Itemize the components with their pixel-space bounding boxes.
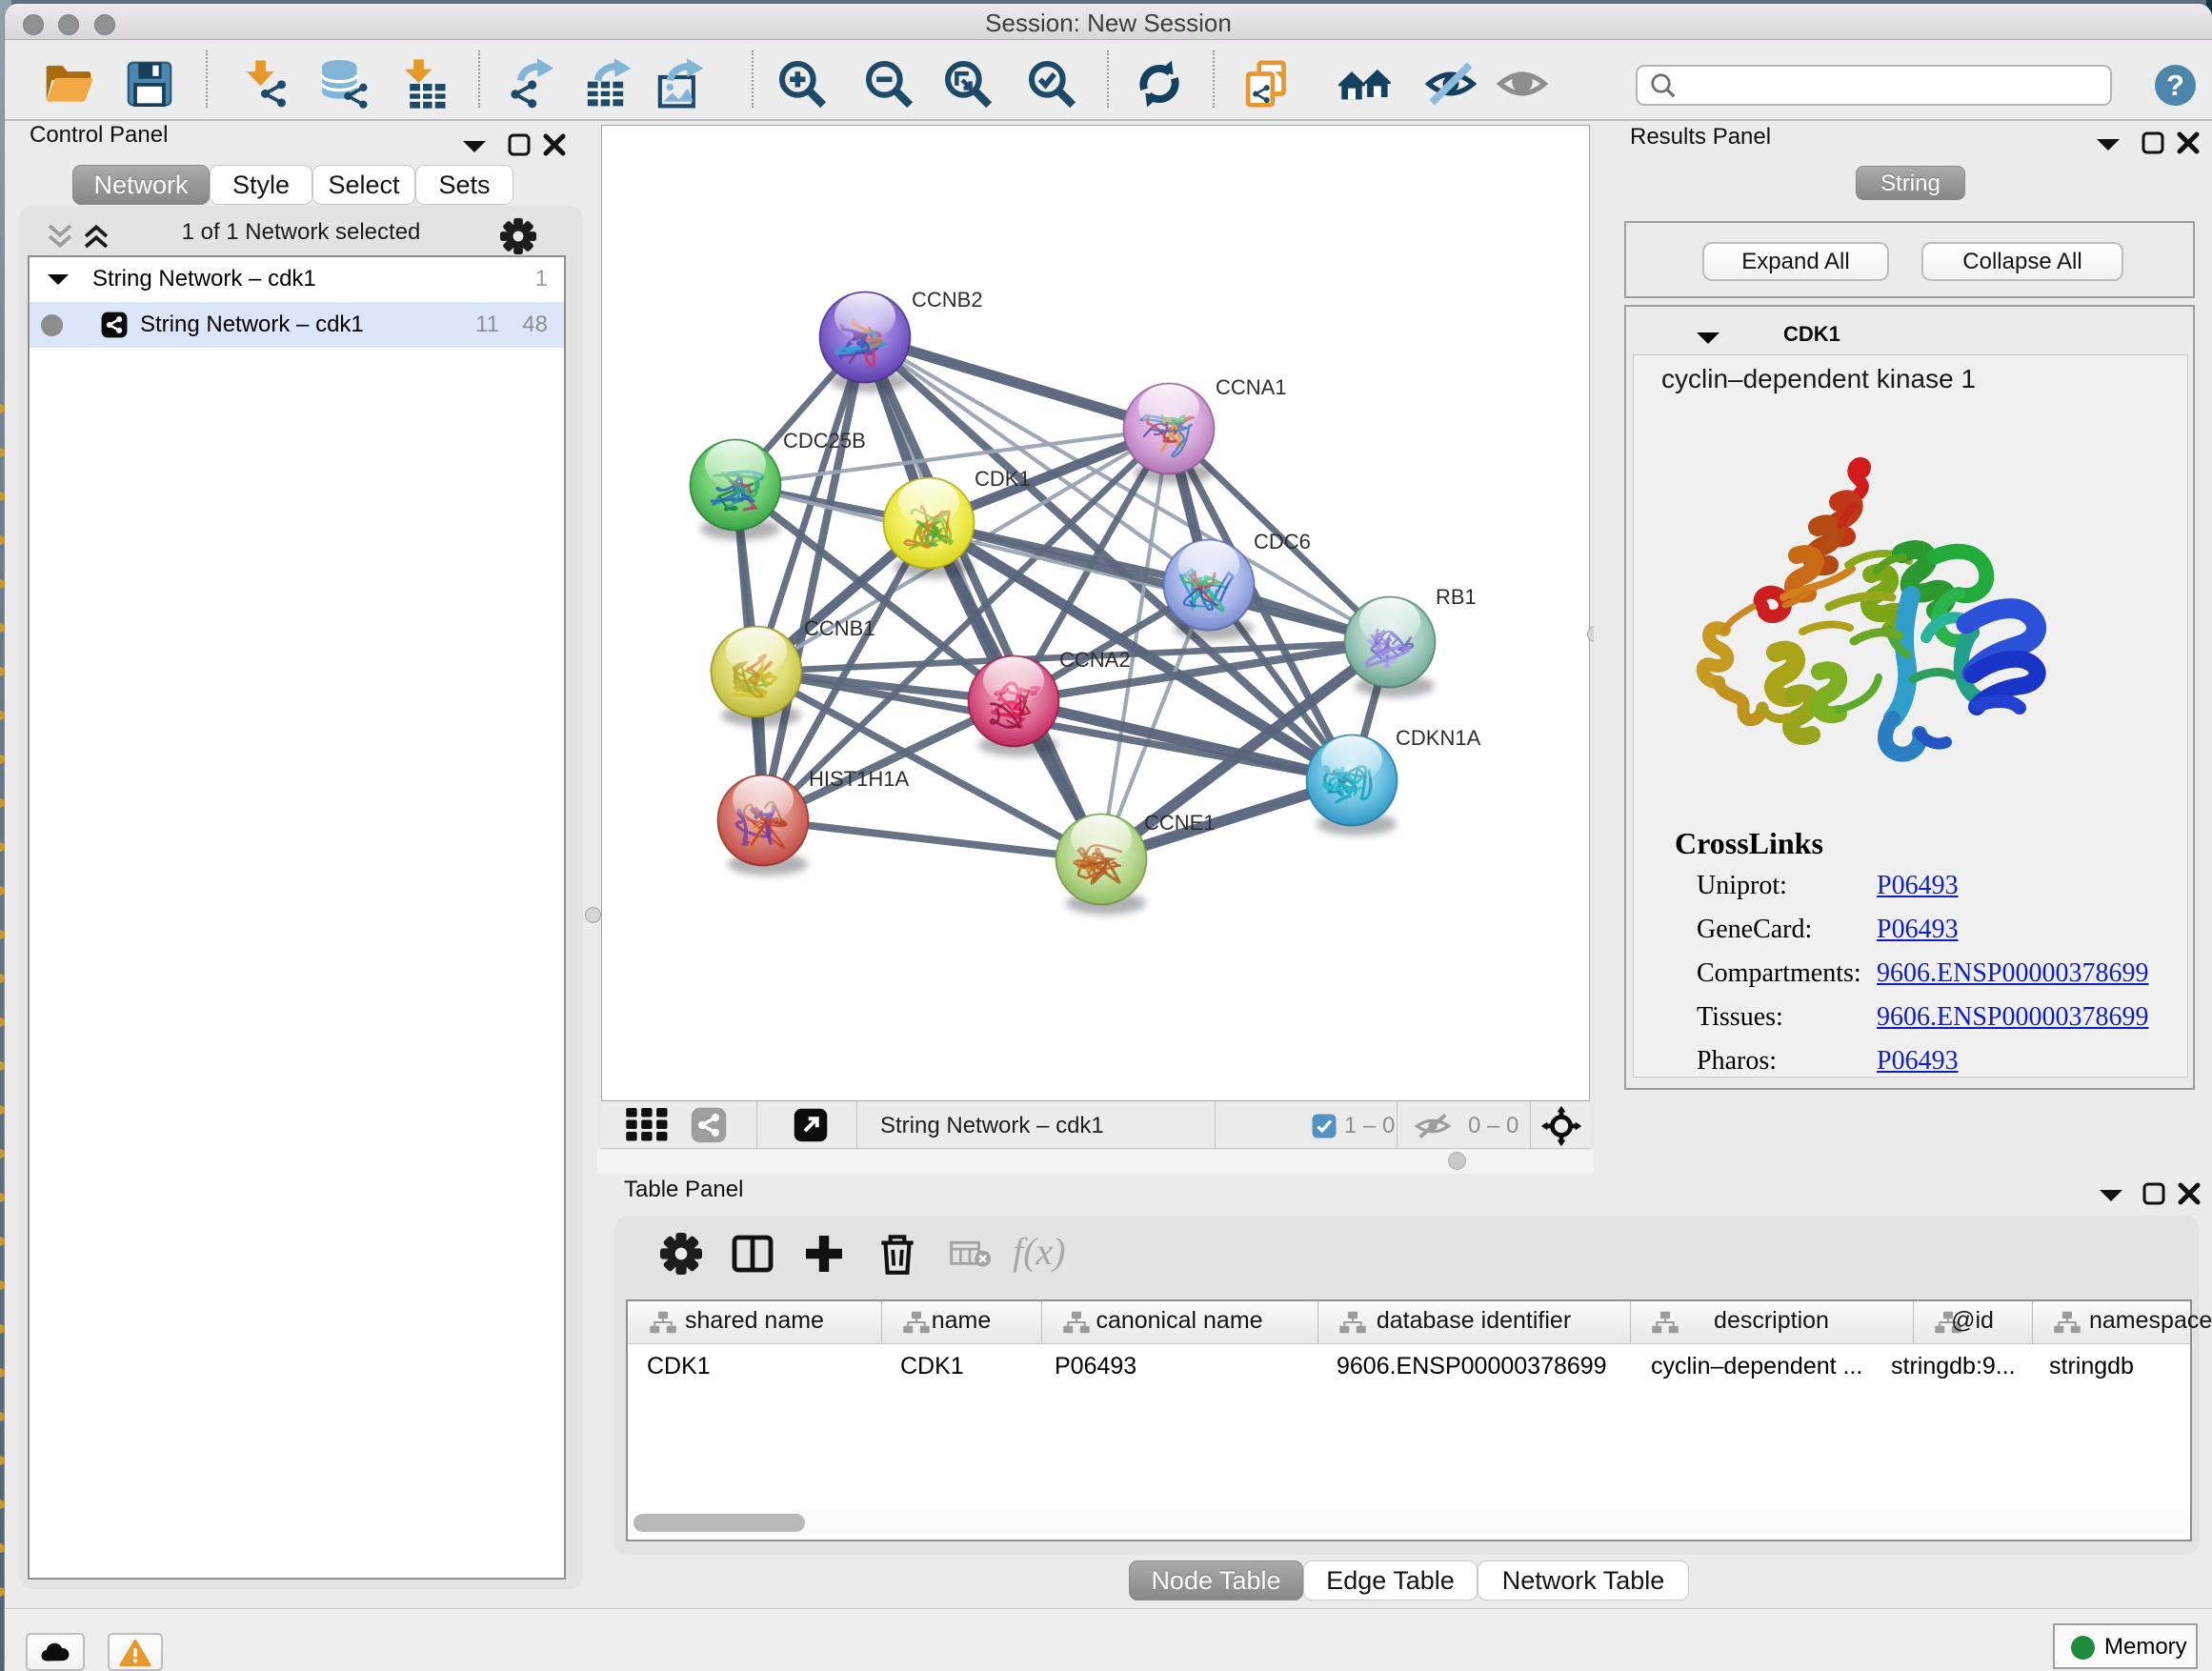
svg-text:RB1: RB1 — [1436, 585, 1477, 609]
svg-text:CDK1: CDK1 — [975, 467, 1031, 491]
svg-text:CDC25B: CDC25B — [783, 429, 866, 453]
svg-text:CDC6: CDC6 — [1254, 530, 1311, 554]
svg-text:CCNA1: CCNA1 — [1216, 375, 1287, 399]
svg-text:CCNE1: CCNE1 — [1144, 811, 1216, 835]
svg-text:HIST1H1A: HIST1H1A — [809, 767, 909, 791]
svg-text:CCNB2: CCNB2 — [912, 288, 983, 312]
svg-text:CCNB1: CCNB1 — [804, 616, 875, 640]
svg-text:CDKN1A: CDKN1A — [1396, 726, 1481, 750]
svg-text:CCNA2: CCNA2 — [1059, 648, 1131, 672]
